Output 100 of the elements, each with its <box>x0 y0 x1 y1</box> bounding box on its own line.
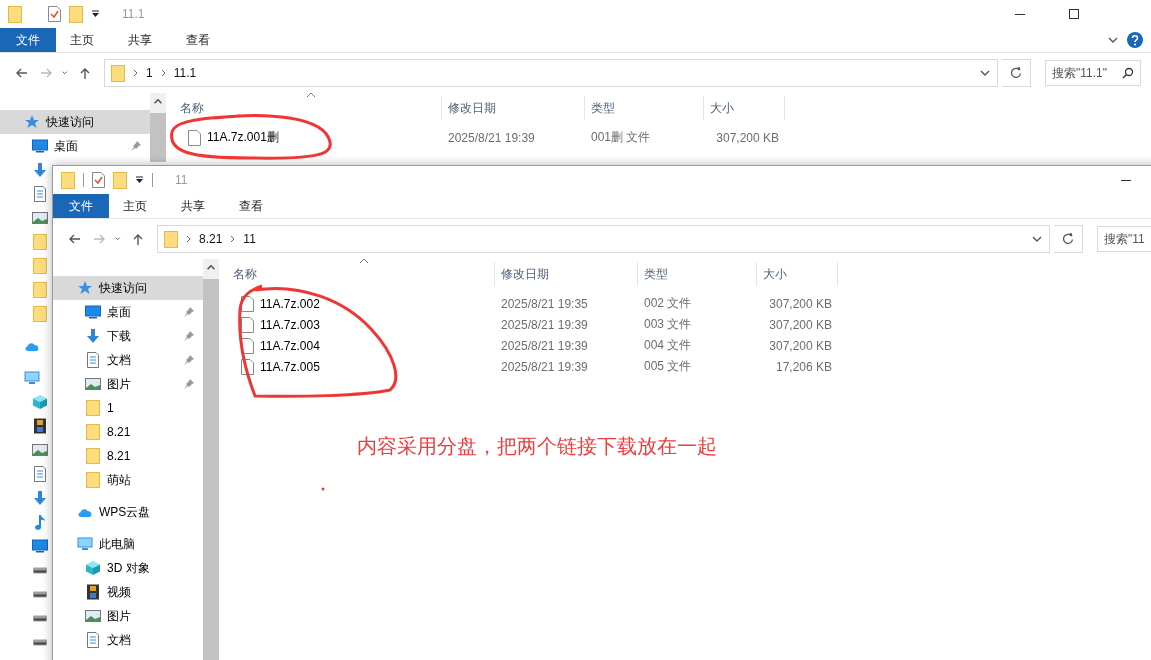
column-header[interactable]: 修改日期 <box>442 96 585 120</box>
nav-item[interactable]: 文档 <box>53 628 203 652</box>
pin-icon[interactable] <box>183 330 195 342</box>
table-cell-text: 2025/8/21 19:39 <box>447 130 536 145</box>
ribbon-tab[interactable]: 文件 <box>0 28 56 52</box>
drive-icon <box>32 614 48 622</box>
column-header[interactable]: 名称 <box>166 96 442 120</box>
nav-item[interactable]: 视频 <box>53 580 203 604</box>
scrollbar[interactable] <box>150 93 166 162</box>
film-icon <box>85 584 101 600</box>
dot-mark <box>321 487 325 491</box>
pin-icon[interactable] <box>183 354 195 366</box>
table-cell-text: 005 文件 <box>643 358 693 375</box>
monitor-icon <box>77 536 93 552</box>
nav-item[interactable]: 3D 对象 <box>53 556 203 580</box>
cube-icon <box>32 394 48 410</box>
up-arrow-icon[interactable] <box>131 233 145 245</box>
dropdown-arrow-icon[interactable] <box>91 10 100 18</box>
scrollbar-thumb[interactable] <box>150 113 166 162</box>
column-header[interactable]: 名称 <box>219 262 495 286</box>
refresh-icon[interactable] <box>1062 233 1074 245</box>
table-cell-text: 2025/8/21 19:39 <box>500 359 589 374</box>
drive-icon <box>32 638 48 646</box>
down-arrow-icon <box>32 162 48 178</box>
refresh-icon[interactable] <box>1010 67 1022 79</box>
chevron-up-icon[interactable] <box>207 265 215 270</box>
table-cell-text: 004 文件 <box>643 337 693 354</box>
minimize-icon[interactable] <box>1015 13 1025 15</box>
column-header[interactable]: 大小 <box>757 262 838 286</box>
file-name[interactable]: 11A.7z.002 <box>219 295 495 312</box>
column-header[interactable]: 类型 <box>638 262 757 286</box>
back-arrow-icon[interactable] <box>14 67 28 79</box>
back-arrow-icon[interactable] <box>67 233 81 245</box>
nav-item[interactable]: 8.21 <box>53 420 203 444</box>
annotation-text: 内容采用分盘，把两个链接下载放在一起 <box>357 434 717 459</box>
pin-icon[interactable] <box>130 140 142 152</box>
nav-item[interactable]: 图片 <box>53 372 203 396</box>
down-arrow-icon <box>85 328 101 344</box>
checked-document-icon[interactable] <box>48 6 61 22</box>
folder-icon <box>32 258 48 274</box>
ribbon-tab[interactable]: 共享 <box>167 194 219 218</box>
maximize-icon[interactable] <box>1069 9 1079 19</box>
nav-item[interactable]: 快速访问 <box>53 276 203 300</box>
table-cell-text: 2025/8/21 19:39 <box>500 317 589 332</box>
file-icon <box>241 316 254 333</box>
star-icon <box>24 114 40 130</box>
nav-item[interactable]: 萌站 <box>53 468 203 492</box>
cube-icon <box>85 560 101 576</box>
nav-item[interactable]: WPS云盘 <box>53 500 203 524</box>
ribbon-tab[interactable]: 主页 <box>56 28 108 52</box>
up-arrow-icon[interactable] <box>78 67 92 79</box>
help-icon[interactable] <box>1127 32 1143 48</box>
file-name[interactable]: 11A.7z.005 <box>219 358 495 375</box>
breadcrumb[interactable]: 1 <box>146 66 153 80</box>
breadcrumb[interactable]: 8.21 <box>199 232 223 246</box>
window-title: 11 <box>175 173 188 187</box>
folder-icon <box>32 234 48 250</box>
minimize-icon[interactable] <box>1121 179 1131 181</box>
column-header[interactable]: 大小 <box>704 96 785 120</box>
search-field[interactable]: 搜索"11 <box>1097 226 1151 252</box>
nav-item[interactable]: 下载 <box>53 324 203 348</box>
monitor-icon <box>32 138 48 154</box>
file-name[interactable]: 11A.7z.001删 <box>166 129 442 146</box>
breadcrumb[interactable]: 11 <box>243 232 256 246</box>
folder-icon <box>8 5 22 23</box>
folder-icon <box>32 282 48 298</box>
search-field[interactable]: 搜索"11.1" <box>1045 60 1141 86</box>
folder-icon <box>85 400 101 416</box>
ribbon-tab[interactable]: 共享 <box>114 28 166 52</box>
down-arrow-icon <box>32 490 48 506</box>
nav-item[interactable]: 快速访问 <box>0 110 150 134</box>
nav-item[interactable]: 桌面 <box>0 134 150 158</box>
chevron-up-icon[interactable] <box>154 99 162 104</box>
ribbon-tab[interactable]: 文件 <box>53 194 109 218</box>
checked-document-icon[interactable] <box>92 172 105 188</box>
table-cell-text: 003 文件 <box>643 316 693 333</box>
ribbon-tab[interactable]: 查看 <box>225 194 277 218</box>
file-name[interactable]: 11A.7z.004 <box>219 337 495 354</box>
nav-item[interactable]: 1 <box>53 396 203 420</box>
search-icon[interactable] <box>1122 67 1134 79</box>
file-name[interactable]: 11A.7z.003 <box>219 316 495 333</box>
nav-item[interactable]: 文档 <box>53 348 203 372</box>
star-icon <box>77 280 93 296</box>
document-icon <box>32 186 48 202</box>
nav-item[interactable]: 图片 <box>53 604 203 628</box>
pin-icon[interactable] <box>183 378 195 390</box>
nav-item[interactable]: 8.21 <box>53 444 203 468</box>
ribbon-tab[interactable]: 查看 <box>172 28 224 52</box>
nav-item[interactable]: 桌面 <box>53 300 203 324</box>
pin-icon[interactable] <box>183 306 195 318</box>
address-bar[interactable]: 8.21 11 <box>157 225 1050 253</box>
ribbon-tab[interactable]: 主页 <box>109 194 161 218</box>
dropdown-arrow-icon[interactable] <box>135 176 144 184</box>
nav-item[interactable]: 此电脑 <box>53 532 203 556</box>
column-header[interactable]: 类型 <box>585 96 704 120</box>
column-header[interactable]: 修改日期 <box>495 262 638 286</box>
address-bar[interactable]: 1 11.1 <box>104 59 998 87</box>
table-cell-text: 307,200 KB <box>768 317 833 332</box>
table-cell-text: 2025/8/21 19:39 <box>500 338 589 353</box>
breadcrumb[interactable]: 11.1 <box>173 66 197 80</box>
